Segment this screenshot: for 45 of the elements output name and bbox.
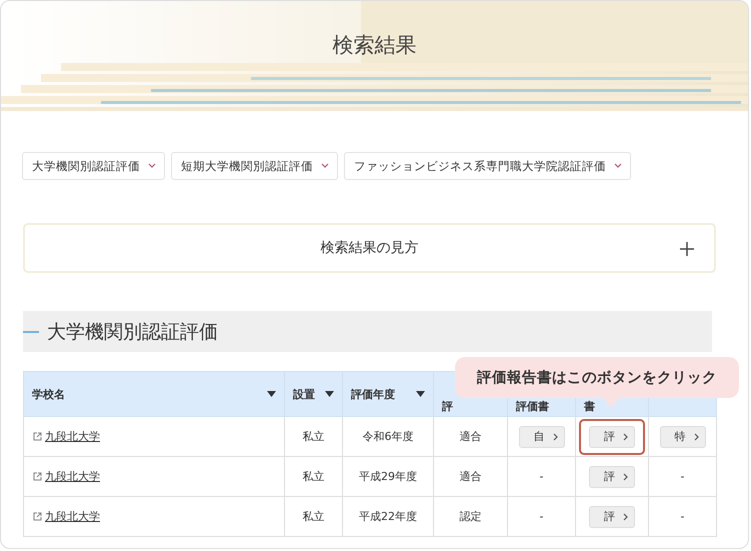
document-button[interactable]: 評 (589, 466, 635, 488)
category-dropdown[interactable]: 短期大学機関別認証評価 (171, 152, 338, 180)
table-cell: 令和6年度 (362, 430, 414, 443)
document-button[interactable]: 評 (589, 426, 635, 448)
table-cell: 適合 (460, 430, 482, 443)
chevron-right-icon (623, 512, 628, 520)
school-link[interactable]: 九段北大学 (33, 429, 100, 444)
table-cell: 私立 (302, 470, 324, 483)
category-dropdown[interactable]: ファッションビジネス系専門職大学院認証評価 (344, 152, 631, 180)
table-cell: - (680, 470, 684, 483)
school-link[interactable]: 九段北大学 (33, 509, 100, 524)
table-cell: 私立 (302, 430, 324, 443)
table-cell: - (680, 510, 684, 523)
table-cell: 認定 (460, 510, 482, 523)
accordion-header[interactable]: 検索結果の見方 (23, 223, 716, 273)
external-link-icon (33, 432, 42, 441)
table-cell: 平成22年度 (359, 510, 417, 523)
chevron-down-icon (321, 163, 329, 169)
external-link-icon (33, 472, 42, 481)
document-button[interactable]: 特 (660, 426, 706, 448)
chevron-right-icon (623, 472, 628, 480)
sort-icon[interactable] (416, 391, 425, 397)
chevron-down-icon (148, 163, 156, 169)
sort-icon[interactable] (267, 391, 276, 397)
chevron-right-icon (694, 432, 698, 440)
chevron-down-icon (614, 163, 622, 169)
column-header[interactable]: 評価年度 (342, 372, 434, 416)
plus-icon (680, 242, 694, 256)
chevron-right-icon (552, 432, 558, 440)
table-cell: 平成29年度 (359, 470, 417, 483)
table-cell: - (540, 470, 544, 483)
page-title: 検索結果 (332, 32, 416, 59)
column-header[interactable]: 設置 (284, 372, 342, 416)
section-title: 大学機関別認証評価 (47, 320, 218, 344)
document-button[interactable]: 自 (518, 426, 564, 448)
category-dropdown[interactable]: 大学機関別認証評価 (22, 152, 165, 180)
table-cell: - (540, 510, 544, 523)
chevron-right-icon (623, 432, 628, 440)
external-link-icon (33, 512, 42, 521)
column-header[interactable]: 学校名 (24, 372, 284, 416)
school-link[interactable]: 九段北大学 (33, 469, 100, 484)
document-button[interactable]: 評 (589, 506, 635, 528)
table-cell: 適合 (460, 470, 482, 483)
table-cell: 私立 (302, 510, 324, 523)
sort-icon[interactable] (325, 391, 334, 397)
